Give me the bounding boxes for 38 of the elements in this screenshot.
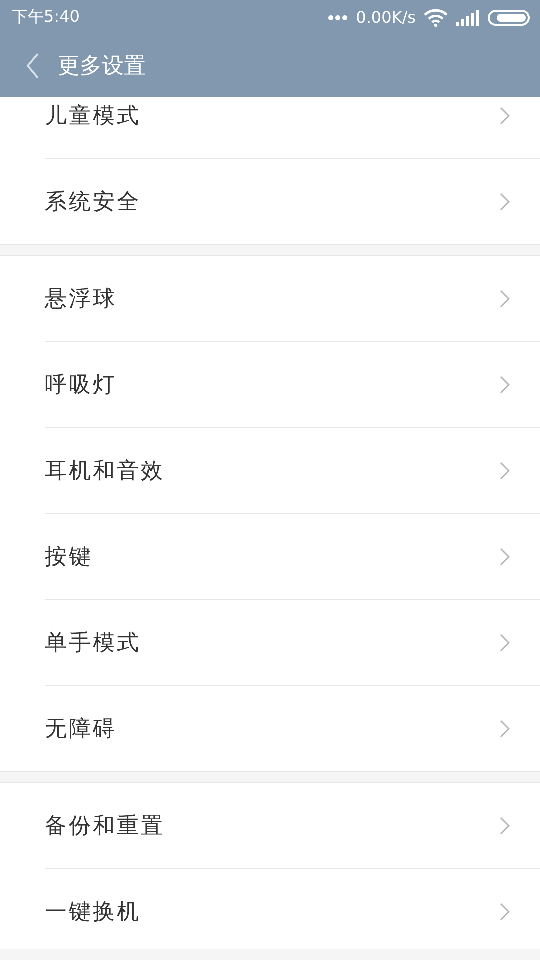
- chevron-icon: [500, 548, 510, 566]
- signal-icon: [456, 10, 480, 26]
- item-label: 按键: [45, 544, 93, 572]
- chevron-icon: [500, 720, 510, 738]
- item-label: 呼吸灯: [45, 372, 117, 400]
- settings-item[interactable]: 备份和重置: [45, 783, 540, 869]
- settings-item[interactable]: 儿童模式: [45, 97, 540, 159]
- chevron-icon: [500, 192, 510, 210]
- settings-item[interactable]: 无障碍: [45, 686, 540, 771]
- item-label: 备份和重置: [45, 812, 165, 840]
- chevron-icon: [500, 376, 510, 394]
- wifi-icon: [424, 8, 448, 26]
- item-label: 单手模式: [45, 630, 141, 658]
- back-icon[interactable]: [26, 53, 40, 79]
- item-label: 儿童模式: [45, 102, 141, 130]
- status-time: 下午5:40: [12, 7, 81, 28]
- network-speed: 0.00K/s: [356, 8, 416, 27]
- item-label: 悬浮球: [45, 286, 117, 314]
- settings-item[interactable]: 耳机和音效: [45, 428, 540, 514]
- settings-item[interactable]: 按键: [45, 514, 540, 600]
- chevron-icon: [500, 902, 510, 920]
- chevron-icon: [500, 634, 510, 652]
- item-label: 一键换机: [45, 898, 141, 926]
- settings-item[interactable]: 悬浮球: [45, 256, 540, 342]
- chevron-icon: [500, 462, 510, 480]
- settings-item[interactable]: 呼吸灯: [45, 342, 540, 428]
- settings-item[interactable]: 单手模式: [45, 600, 540, 686]
- item-label: 系统安全: [45, 188, 141, 216]
- chevron-icon: [500, 816, 510, 834]
- more-dots-icon: [328, 14, 348, 20]
- item-label: 无障碍: [45, 716, 117, 744]
- chevron-icon: [500, 106, 510, 124]
- item-label: 耳机和音效: [45, 458, 165, 486]
- battery-icon: [488, 10, 530, 26]
- page-title: 更多设置: [58, 53, 146, 81]
- settings-item[interactable]: 系统安全: [45, 159, 540, 244]
- settings-item[interactable]: 一键换机: [45, 869, 540, 949]
- chevron-icon: [500, 290, 510, 308]
